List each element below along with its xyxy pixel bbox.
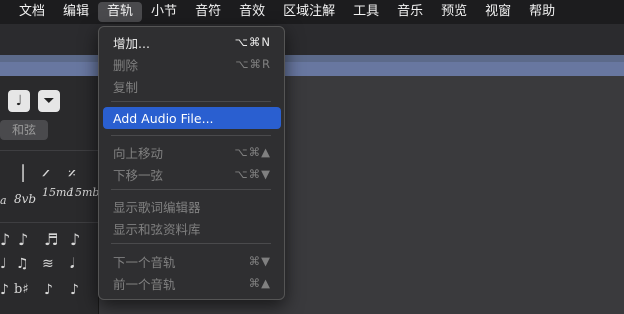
harmonic-icon[interactable]: ♪ bbox=[44, 282, 53, 298]
menu-document[interactable]: 文档 bbox=[10, 0, 54, 24]
arrow-down-icon[interactable]: ⏷ bbox=[38, 90, 60, 112]
menu-preview[interactable]: 预览 bbox=[432, 0, 476, 24]
menu-tools[interactable]: 工具 bbox=[344, 0, 388, 24]
menu-item-show-lyrics-editor[interactable]: 显示歌词编辑器 bbox=[103, 195, 281, 217]
menu-section[interactable]: 区域注解 bbox=[274, 0, 344, 24]
menu-item-shortcut: ⌥⌘▼ bbox=[234, 167, 271, 181]
menu-item-shortcut: ⌘▼ bbox=[248, 254, 271, 268]
double-slash-icon[interactable]: 𝄎 bbox=[68, 164, 76, 184]
menu-item-label: 下一个音轨 bbox=[113, 254, 176, 270]
menu-item-show-chord-library[interactable]: 显示和弦资料库 bbox=[103, 217, 281, 239]
chord-button-label: 和弦 bbox=[12, 123, 37, 137]
menu-item-move-down[interactable]: 下移一弦 ⌥⌘▼ bbox=[103, 163, 281, 185]
menu-item-move-up[interactable]: 向上移动 ⌥⌘▲ bbox=[103, 141, 281, 163]
menu-effects[interactable]: 音效 bbox=[230, 0, 274, 24]
menu-item-label: 下移一弦 bbox=[113, 167, 164, 183]
notation-palette: ♩ ⏷ 和弦 | 𝄍 𝄎 a 8vb 15ma 15mb ♪ ♪ ♬ ♪ ♩ ♫… bbox=[0, 76, 99, 314]
menu-separator bbox=[111, 101, 271, 102]
menu-help[interactable]: 帮助 bbox=[520, 0, 564, 24]
palette-divider bbox=[0, 150, 98, 151]
app-toolbar bbox=[0, 24, 624, 55]
grace-note-icon[interactable]: ♪ bbox=[0, 230, 10, 249]
menu-item-add-audio-file[interactable]: Add Audio File... bbox=[103, 107, 281, 129]
menu-item-previous-track[interactable]: 前一个音轨 ⌘▲ bbox=[103, 272, 281, 294]
track-menu-dropdown: 增加... ⌥⌘N 删除 ⌥⌘R 复制 Add Audio File... 向上… bbox=[98, 26, 285, 300]
palette-divider bbox=[0, 222, 98, 223]
menu-item-shortcut: ⌥⌘▲ bbox=[234, 145, 271, 159]
dead-note-icon[interactable]: 𝅘𝅥 bbox=[70, 256, 74, 272]
menu-bar-measure[interactable]: 小节 bbox=[142, 0, 186, 24]
tied-note-icon[interactable]: ♩ bbox=[0, 256, 7, 272]
menu-item-delete-track[interactable]: 删除 ⌥⌘R bbox=[103, 53, 281, 75]
chord-diagram-icon[interactable]: ♩ bbox=[8, 90, 30, 112]
menu-item-label: 前一个音轨 bbox=[113, 276, 176, 292]
menu-music[interactable]: 音乐 bbox=[388, 0, 432, 24]
menu-item-label: 复制 bbox=[113, 79, 139, 95]
menu-separator bbox=[111, 189, 271, 190]
menu-item-next-track[interactable]: 下一个音轨 ⌘▼ bbox=[103, 250, 281, 272]
track-header-strip-lower bbox=[0, 62, 624, 76]
15mb-icon[interactable]: 15mb bbox=[68, 187, 99, 198]
menu-separator bbox=[111, 135, 271, 136]
menu-item-label: 增加... bbox=[113, 35, 150, 51]
menu-edit[interactable]: 编辑 bbox=[54, 0, 98, 24]
menu-note[interactable]: 音符 bbox=[186, 0, 230, 24]
menu-item-shortcut: ⌥⌘N bbox=[234, 35, 271, 49]
15ma-icon[interactable]: 15ma bbox=[42, 187, 73, 198]
menu-item-label: 删除 bbox=[113, 57, 139, 73]
menu-track[interactable]: 音轨 bbox=[98, 2, 143, 22]
menu-separator bbox=[111, 243, 271, 244]
eighth-note-icon[interactable]: ♪ bbox=[18, 230, 28, 249]
ottava-icon[interactable]: a bbox=[0, 194, 7, 207]
menu-item-shortcut: ⌥⌘R bbox=[235, 57, 271, 71]
sixteenth-note-icon[interactable]: ♬ bbox=[44, 230, 58, 249]
tremolo-icon[interactable]: ≋ bbox=[42, 256, 54, 272]
staccato-icon[interactable]: ♪ bbox=[70, 282, 79, 298]
repeat-slash-icon[interactable]: 𝄍 bbox=[42, 164, 50, 184]
menu-window[interactable]: 视窗 bbox=[476, 0, 520, 24]
grace-slash-note-icon[interactable]: ♪ bbox=[70, 230, 80, 249]
8vb-icon[interactable]: 8vb bbox=[14, 192, 36, 206]
menu-item-label: 显示和弦资料库 bbox=[113, 221, 201, 237]
barline-icon[interactable]: | bbox=[20, 162, 26, 183]
beamed-notes-icon[interactable]: ♫ bbox=[16, 256, 29, 272]
chord-button[interactable]: 和弦 bbox=[0, 120, 48, 140]
menu-item-shortcut: ⌘▲ bbox=[248, 276, 271, 290]
accidental-icon[interactable]: b♯ bbox=[14, 282, 29, 297]
menu-item-label: 向上移动 bbox=[113, 145, 164, 161]
menu-item-label: Add Audio File... bbox=[113, 110, 214, 126]
menu-bar: 文档 编辑 音轨 小节 音符 音效 区域注解 工具 音乐 预览 视窗 帮助 bbox=[0, 0, 624, 24]
menu-item-label: 显示歌词编辑器 bbox=[113, 199, 201, 215]
menu-item-copy-track[interactable]: 复制 bbox=[103, 75, 281, 97]
natural-note-icon[interactable]: ♪ bbox=[0, 282, 9, 298]
menu-item-add-track[interactable]: 增加... ⌥⌘N bbox=[103, 31, 281, 53]
